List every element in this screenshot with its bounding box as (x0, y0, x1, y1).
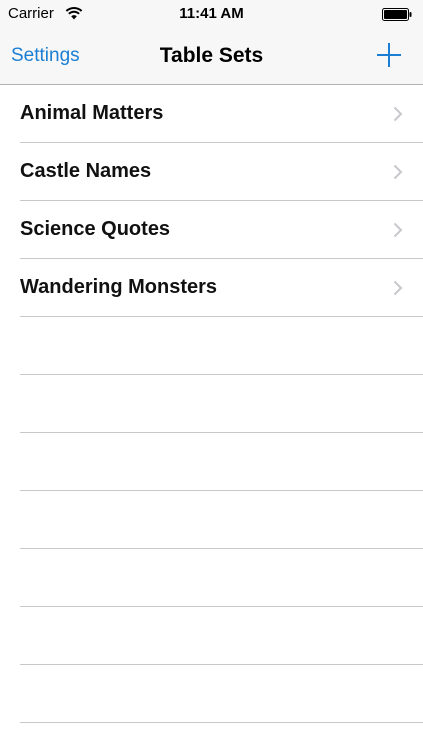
chevron-right-icon (393, 222, 403, 238)
status-bar: Carrier 11:41 AM (0, 0, 423, 28)
chevron-right-icon (393, 280, 403, 296)
table-row-science-quotes[interactable]: Science Quotes (20, 201, 423, 259)
chevron-right-icon (393, 106, 403, 122)
row-label: Castle Names (20, 160, 152, 182)
app-screen: Carrier 11:41 AM Settings Table Sets Ani… (0, 0, 423, 750)
table-row-wandering-monsters[interactable]: Wandering Monsters (20, 259, 423, 317)
navigation-bar: Settings Table Sets (0, 28, 423, 85)
empty-table-row (20, 665, 423, 723)
plus-icon[interactable] (376, 42, 402, 68)
table-row-castle-names[interactable]: Castle Names (20, 143, 423, 201)
table-sets-list: Animal Matters Castle Names Science Quot… (0, 85, 423, 750)
row-label: Science Quotes (20, 218, 171, 240)
clock-time: 11:41 AM (179, 5, 244, 22)
empty-table-row (20, 317, 423, 375)
page-title: Table Sets (159, 44, 264, 67)
table-row-animal-matters[interactable]: Animal Matters (20, 85, 423, 143)
row-label: Animal Matters (20, 102, 164, 124)
empty-table-row (20, 433, 423, 491)
battery-icon (382, 8, 412, 21)
row-label: Wandering Monsters (20, 276, 218, 298)
empty-table-row (20, 375, 423, 433)
chevron-right-icon (393, 164, 403, 180)
empty-table-row (20, 607, 423, 665)
empty-table-row (20, 549, 423, 607)
empty-table-row (20, 491, 423, 549)
